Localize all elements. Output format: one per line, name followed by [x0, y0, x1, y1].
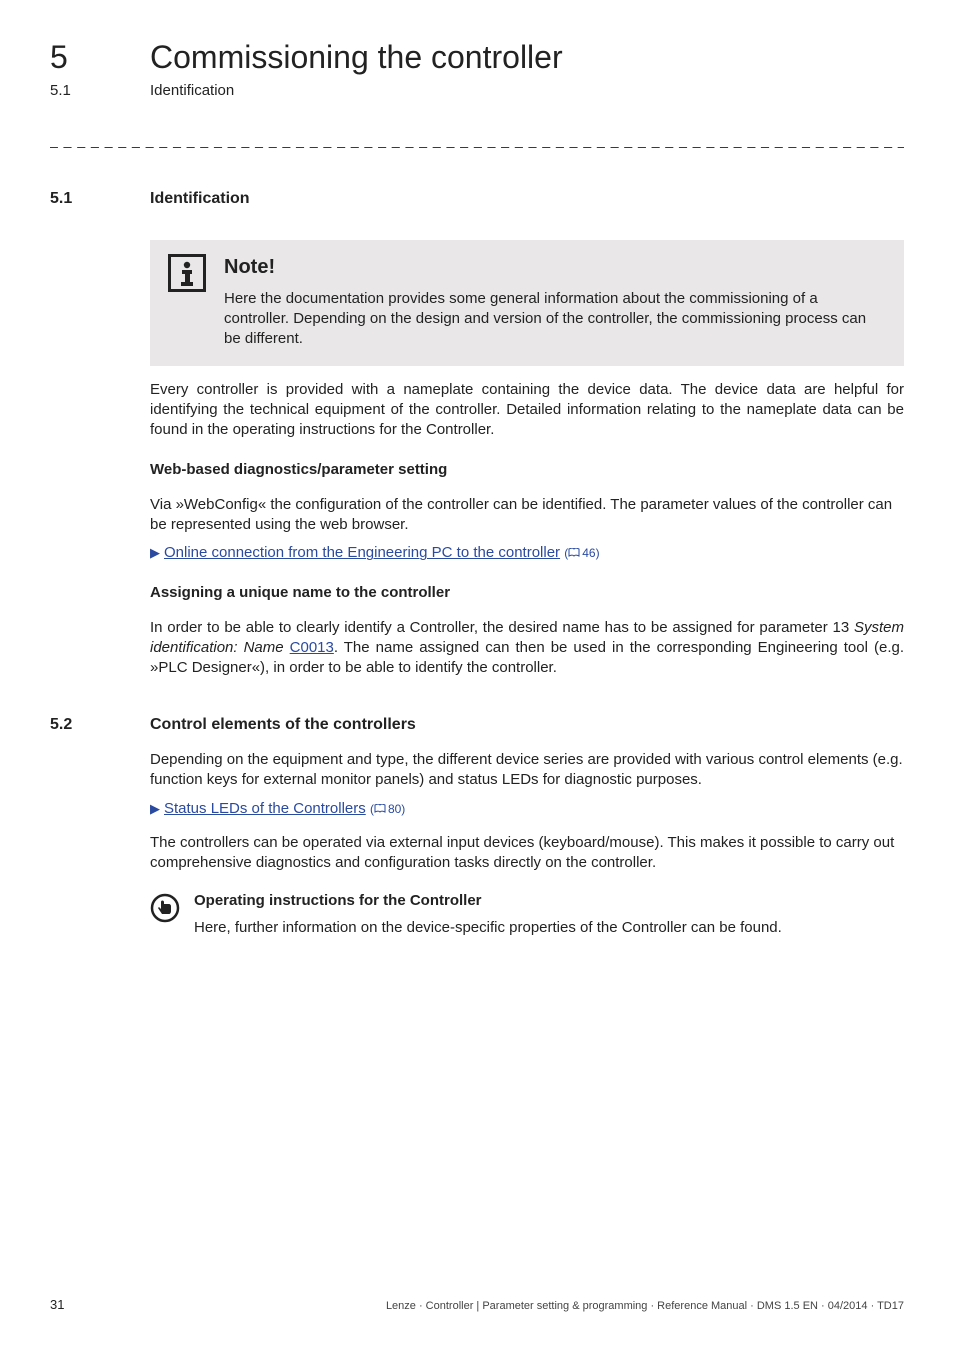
tip-body: Here, further information on the device-…: [194, 918, 904, 938]
text-run: In order to be able to clearly identify …: [150, 619, 854, 636]
arrow-icon: ▶: [150, 545, 160, 560]
page-reference: (46): [564, 546, 599, 560]
note-body: Here the documentation provides some gen…: [224, 289, 886, 350]
info-icon: [168, 254, 206, 298]
link-text: Online connection from the Engineering P…: [164, 544, 560, 561]
page-footer: 31 Lenze · Controller | Parameter settin…: [50, 1296, 904, 1314]
section-5-2-heading: 5.2 Control elements of the controllers: [50, 714, 904, 736]
parameter-link[interactable]: C0013: [290, 639, 334, 656]
tip-block: Operating instructions for the Controlle…: [150, 891, 904, 938]
page-subheader: 5.1 Identification: [50, 81, 904, 101]
page-reference: (80): [370, 802, 405, 816]
page-header: 5 Commissioning the controller: [50, 36, 904, 79]
chapter-number: 5: [50, 39, 68, 75]
footer-text: Lenze · Controller | Parameter setting &…: [386, 1299, 904, 1314]
chapter-title: Commissioning the controller: [150, 39, 563, 75]
subheading-assigning-name: Assigning a unique name to the controlle…: [150, 583, 904, 603]
link-text: Status LEDs of the Controllers: [164, 800, 366, 817]
section-title: Identification: [150, 188, 250, 210]
section-number: 5.2: [50, 714, 150, 736]
paragraph: The controllers can be operated via exte…: [150, 833, 904, 874]
paragraph: Every controller is provided with a name…: [150, 380, 904, 441]
cross-reference-link[interactable]: ▶ Status LEDs of the Controllers (80): [150, 799, 904, 819]
paragraph: Depending on the equipment and type, the…: [150, 750, 904, 791]
note-title: Note!: [224, 254, 886, 281]
note-box: Note! Here the documentation provides so…: [150, 240, 904, 366]
section-5-1-heading: 5.1 Identification: [50, 188, 904, 210]
arrow-icon: ▶: [150, 801, 160, 816]
page-number: 31: [50, 1296, 64, 1314]
paragraph: In order to be able to clearly identify …: [150, 618, 904, 679]
tip-title: Operating instructions for the Controlle…: [194, 891, 904, 911]
paragraph: Via »WebConfig« the configuration of the…: [150, 495, 904, 536]
separator-line: _ _ _ _ _ _ _ _ _ _ _ _ _ _ _ _ _ _ _ _ …: [50, 131, 904, 150]
cross-reference-link[interactable]: ▶ Online connection from the Engineering …: [150, 543, 904, 563]
subheading-web-diagnostics: Web-based diagnostics/parameter setting: [150, 460, 904, 480]
subsection-title-header: Identification: [150, 82, 234, 99]
section-number: 5.1: [50, 188, 150, 210]
hand-pointer-icon: [150, 891, 180, 929]
section-title: Control elements of the controllers: [150, 714, 416, 736]
subsection-number-header: 5.1: [50, 82, 71, 99]
